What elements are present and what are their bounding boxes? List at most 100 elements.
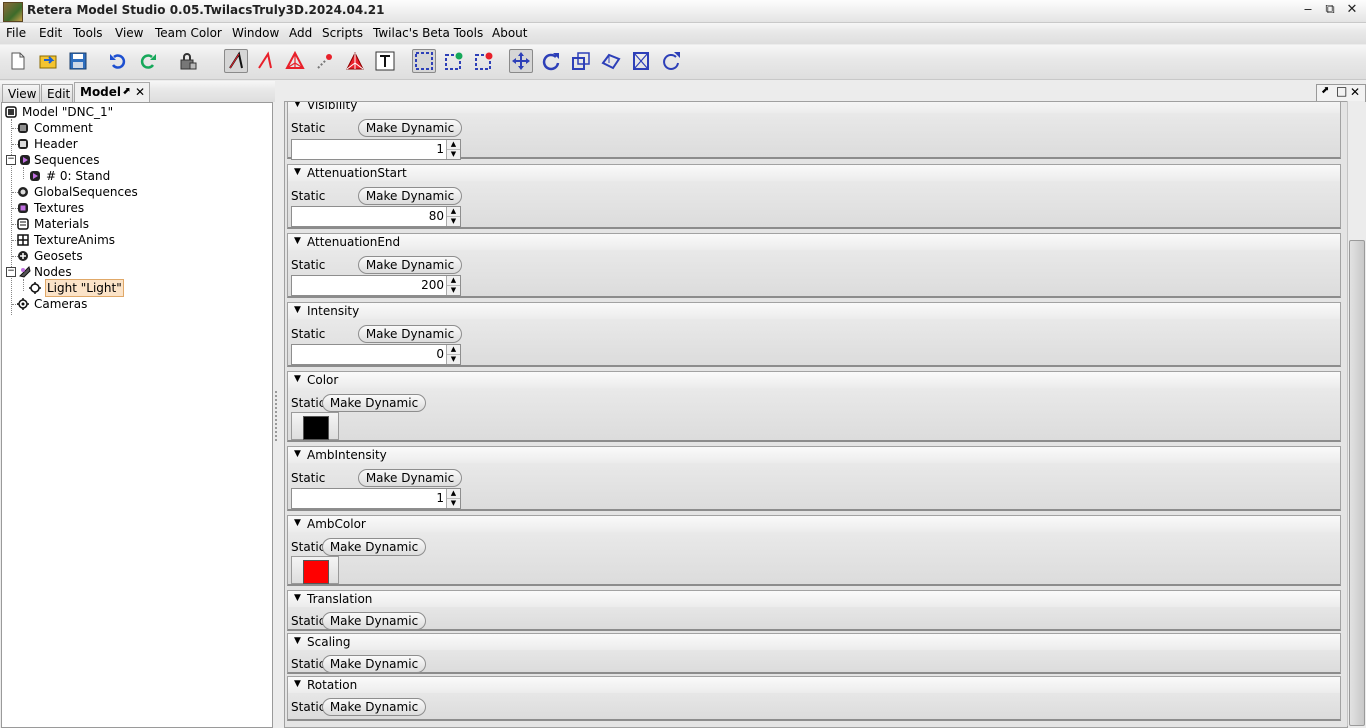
collapse-triangle-icon[interactable]: ▼	[294, 167, 301, 177]
rotate-icon[interactable]	[539, 49, 563, 73]
menu-twilacs-beta-tools[interactable]: Twilac's Beta Tools	[373, 26, 483, 40]
menu-view[interactable]: View	[115, 26, 143, 40]
collapse-icon[interactable]: −	[6, 267, 16, 277]
make-dynamic-button[interactable]: Make Dynamic	[358, 325, 462, 343]
spin-up-icon[interactable]: ▲	[447, 207, 460, 217]
color-picker-button[interactable]	[291, 412, 339, 440]
tab-edit[interactable]: Edit	[41, 84, 73, 102]
select-text-icon[interactable]	[373, 49, 397, 73]
select-group-icon[interactable]	[313, 49, 337, 73]
extend-icon[interactable]	[629, 49, 653, 73]
pin-icon[interactable]: ⬈	[122, 83, 130, 101]
nodes-icon	[19, 266, 31, 278]
lock-icon[interactable]	[176, 49, 200, 73]
spin-down-icon[interactable]: ▼	[447, 217, 460, 226]
collapse-triangle-icon[interactable]: ▼	[294, 636, 301, 646]
extrude-icon[interactable]	[599, 49, 623, 73]
collapse-triangle-icon[interactable]: ▼	[294, 449, 301, 459]
static-label: Static	[291, 396, 326, 410]
select-face-icon[interactable]	[283, 49, 307, 73]
amb-color-picker-button[interactable]	[291, 556, 339, 584]
spinner-value: 0	[436, 347, 444, 361]
make-dynamic-button[interactable]: Make Dynamic	[358, 256, 462, 274]
spinner-value: 1	[436, 491, 444, 505]
collapse-triangle-icon[interactable]: ▼	[294, 593, 301, 603]
spin-down-icon[interactable]: ▼	[447, 499, 460, 508]
save-icon[interactable]	[66, 49, 90, 73]
make-dynamic-button[interactable]: Make Dynamic	[322, 698, 426, 716]
menu-about[interactable]: About	[492, 26, 527, 40]
model-tree[interactable]: Model "DNC_1" Comment Header − Sequences…	[1, 102, 273, 728]
make-dynamic-button[interactable]: Make Dynamic	[358, 119, 462, 137]
select-geoset-icon[interactable]	[343, 49, 367, 73]
close-panel-icon[interactable]: ✕	[1350, 85, 1360, 99]
collapse-triangle-icon[interactable]: ▼	[294, 374, 301, 384]
sequences-icon	[20, 155, 30, 165]
open-folder-icon[interactable]	[36, 49, 60, 73]
collapse-triangle-icon[interactable]: ▼	[294, 236, 301, 246]
make-dynamic-button[interactable]: Make Dynamic	[322, 612, 426, 630]
close-window-button[interactable]: ✕	[1342, 2, 1362, 18]
section-title: AttenuationEnd	[307, 235, 401, 249]
menu-edit[interactable]: Edit	[39, 26, 62, 40]
make-dynamic-button[interactable]: Make Dynamic	[322, 655, 426, 673]
remove-from-selection-icon[interactable]	[472, 49, 496, 73]
undo-icon[interactable]	[106, 49, 130, 73]
new-file-icon[interactable]	[6, 49, 30, 73]
make-dynamic-button[interactable]: Make Dynamic	[322, 394, 426, 412]
tree-label: GlobalSequences	[34, 185, 138, 199]
comment-icon	[18, 123, 28, 133]
section-scaling: ▼ Scaling Static Make Dynamic	[287, 633, 1341, 674]
collapse-triangle-icon[interactable]: ▼	[294, 102, 301, 109]
attenuation-end-spinner[interactable]: 200 ▲ ▼	[291, 275, 461, 296]
scrollbar-thumb[interactable]	[1349, 240, 1365, 726]
select-edge-icon[interactable]	[253, 49, 277, 73]
minimize-button[interactable]: ‒	[1298, 2, 1318, 18]
menu-scripts[interactable]: Scripts	[322, 26, 363, 40]
static-label: Static	[291, 121, 326, 135]
amb-intensity-spinner[interactable]: 1 ▲ ▼	[291, 488, 461, 509]
collapse-icon[interactable]: −	[6, 155, 16, 165]
amb-color-swatch	[303, 560, 329, 584]
snap-rotate-icon[interactable]	[659, 49, 683, 73]
spin-up-icon[interactable]: ▲	[447, 276, 460, 286]
select-rectangle-icon[interactable]	[412, 49, 436, 73]
collapse-triangle-icon[interactable]: ▼	[294, 679, 301, 689]
visibility-spinner[interactable]: 1 ▲ ▼	[291, 139, 461, 160]
scale-icon[interactable]	[569, 49, 593, 73]
spin-up-icon[interactable]: ▲	[447, 140, 460, 150]
splitter-handle[interactable]	[272, 81, 280, 728]
make-dynamic-button[interactable]: Make Dynamic	[358, 187, 462, 205]
add-to-selection-icon[interactable]	[442, 49, 466, 73]
pin-icon[interactable]: ⬈	[1321, 85, 1329, 96]
redo-icon[interactable]	[136, 49, 160, 73]
menu-file[interactable]: File	[6, 26, 26, 40]
menu-add[interactable]: Add	[289, 26, 312, 40]
maximize-button[interactable]: ⧉	[1320, 2, 1340, 18]
collapse-triangle-icon[interactable]: ▼	[294, 518, 301, 528]
make-dynamic-button[interactable]: Make Dynamic	[322, 538, 426, 556]
maximize-panel-icon[interactable]: □	[1336, 84, 1347, 98]
static-label: Static	[291, 189, 326, 203]
spin-down-icon[interactable]: ▼	[447, 150, 460, 159]
intensity-spinner[interactable]: 0 ▲ ▼	[291, 344, 461, 365]
spin-down-icon[interactable]: ▼	[447, 355, 460, 364]
close-tab-icon[interactable]: ✕	[135, 83, 145, 101]
section-color: ▼ Color Static Make Dynamic	[287, 371, 1341, 442]
spin-up-icon[interactable]: ▲	[447, 345, 460, 355]
section-rotation: ▼ Rotation Static Make Dynamic	[287, 676, 1341, 721]
vertical-scrollbar[interactable]	[1347, 101, 1365, 726]
menu-window[interactable]: Window	[232, 26, 279, 40]
attenuation-start-spinner[interactable]: 80 ▲ ▼	[291, 206, 461, 227]
tab-view[interactable]: View	[2, 84, 40, 102]
spin-down-icon[interactable]: ▼	[447, 286, 460, 295]
collapse-triangle-icon[interactable]: ▼	[294, 305, 301, 315]
spin-up-icon[interactable]: ▲	[447, 489, 460, 499]
move-icon[interactable]	[509, 49, 533, 73]
app-icon	[3, 2, 23, 22]
menu-tools[interactable]: Tools	[73, 26, 103, 40]
menu-team-color[interactable]: Team Color	[155, 26, 222, 40]
tab-model[interactable]: Model ⬈ ✕	[74, 82, 150, 102]
make-dynamic-button[interactable]: Make Dynamic	[358, 469, 462, 487]
select-vertex-icon[interactable]	[224, 49, 248, 73]
